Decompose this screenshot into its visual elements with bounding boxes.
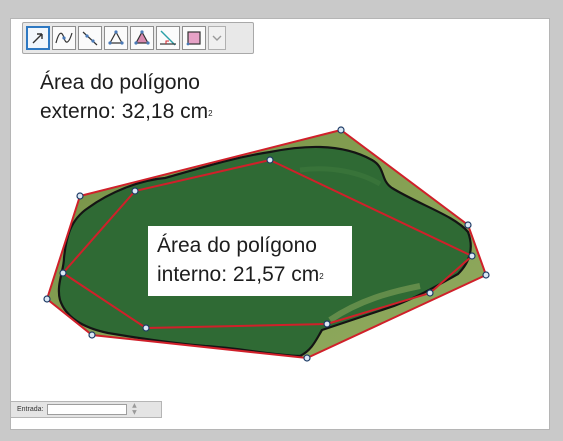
internal-area-label: Área do polígono interno: 21,57 cm2	[148, 226, 352, 296]
input-history-stepper[interactable]: ▲ ▼	[129, 403, 139, 416]
perpendicular-line-tool-button[interactable]	[156, 26, 180, 50]
internal-area-label-line1: Área do polígono	[157, 234, 317, 257]
vertex-point[interactable]	[426, 289, 434, 297]
vertex-point[interactable]	[323, 320, 331, 328]
vertex-point[interactable]	[88, 331, 96, 339]
move-tool-icon	[32, 33, 43, 44]
vertex-point[interactable]	[76, 192, 84, 200]
external-area-label-line2: externo: 32,18 cm2	[40, 97, 300, 126]
vertex-point[interactable]	[468, 252, 476, 260]
input-bar-label: Entrada:	[17, 406, 44, 413]
vertex-point[interactable]	[337, 126, 345, 134]
vertex-point[interactable]	[142, 324, 150, 332]
internal-area-unit-superscript: 2	[319, 272, 324, 281]
polygon-tool-icon	[108, 30, 124, 45]
input-bar: Entrada: ▲ ▼	[10, 401, 162, 418]
line-through-points-tool-button[interactable]	[78, 26, 102, 50]
external-area-label: Área do polígono externo: 32,18 cm2	[40, 68, 300, 126]
toolbar-more-button[interactable]	[208, 26, 226, 50]
stepper-down-icon[interactable]: ▼	[132, 410, 137, 416]
move-tool-button[interactable]	[26, 26, 50, 50]
vertex-point[interactable]	[482, 271, 490, 279]
input-bar-field[interactable]	[47, 404, 128, 415]
vertex-point[interactable]	[266, 156, 274, 164]
vertex-point[interactable]	[464, 221, 472, 229]
external-area-value: externo: 32,18 cm	[40, 100, 209, 123]
internal-area-value: interno: 21,57 cm	[157, 263, 320, 286]
chevron-down-icon	[212, 35, 222, 41]
function-curve-tool-button[interactable]	[52, 26, 76, 50]
polygon-tool-button[interactable]	[104, 26, 128, 50]
external-area-label-line1: Área do polígono	[40, 71, 200, 94]
external-area-unit-superscript: 2	[208, 109, 213, 118]
toolbar	[22, 22, 254, 54]
vertex-point[interactable]	[303, 354, 311, 362]
filled-polygon-tool-icon	[134, 30, 150, 45]
vertex-point[interactable]	[59, 269, 67, 277]
area-square-tool-button[interactable]	[182, 26, 206, 50]
filled-polygon-tool-button[interactable]	[130, 26, 154, 50]
perpendicular-line-tool-icon	[160, 30, 176, 46]
area-square-tool-icon	[186, 31, 201, 46]
vertex-point[interactable]	[131, 187, 139, 195]
internal-area-label-line2: interno: 21,57 cm2	[157, 260, 352, 289]
line-through-points-tool-icon	[82, 31, 98, 46]
geometry-canvas[interactable]	[0, 0, 563, 441]
function-curve-tool-icon	[55, 32, 73, 44]
vertex-point[interactable]	[43, 295, 51, 303]
